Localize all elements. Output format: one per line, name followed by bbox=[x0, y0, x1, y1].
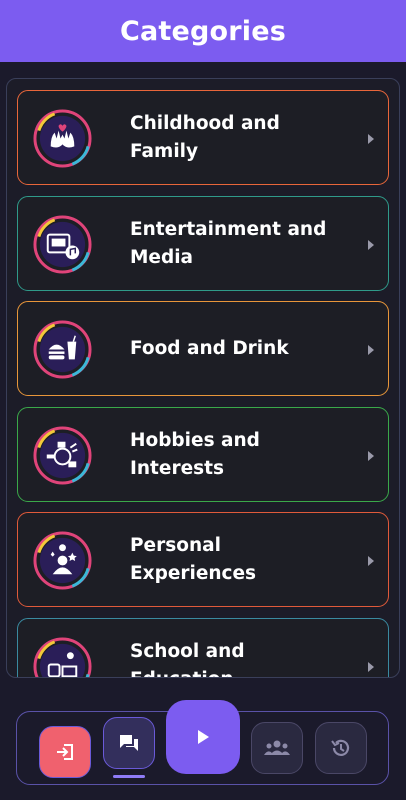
category-card-entertainment-and-media[interactable]: Entertainment and Media bbox=[17, 195, 389, 291]
category-card-personal-experiences[interactable]: Personal Experiences bbox=[17, 512, 389, 608]
category-label: Personal Experiences bbox=[130, 535, 257, 585]
people-button[interactable] bbox=[251, 722, 303, 774]
categories-panel[interactable]: Childhood and Family Entertainment and M… bbox=[6, 78, 400, 678]
chevron-right-icon bbox=[368, 239, 374, 250]
hands-hearts-icon bbox=[33, 109, 92, 168]
chevron-right-icon bbox=[368, 450, 374, 461]
exit-icon bbox=[57, 744, 73, 760]
app-header: Categories bbox=[0, 0, 406, 62]
play-icon bbox=[198, 730, 209, 744]
history-button[interactable] bbox=[315, 722, 367, 774]
history-icon bbox=[331, 739, 350, 756]
person-ideas-icon bbox=[33, 531, 92, 590]
category-label: Hobbies and Interests bbox=[130, 429, 260, 479]
category-label: Childhood and Family bbox=[130, 113, 280, 162]
category-list: Childhood and Family Entertainment and M… bbox=[17, 90, 391, 677]
media-music-icon bbox=[33, 215, 92, 274]
category-label: Food and Drink bbox=[130, 338, 289, 360]
hobbies-icon bbox=[33, 426, 92, 485]
category-card-food-and-drink[interactable]: Food and Drink bbox=[17, 301, 389, 397]
category-label: Entertainment and Media bbox=[130, 218, 327, 268]
category-card-childhood-and-family[interactable]: Childhood and Family bbox=[17, 90, 389, 185]
category-card-hobbies-and-interests[interactable]: Hobbies and Interests bbox=[17, 406, 389, 502]
burger-drink-icon bbox=[33, 320, 92, 379]
chevron-right-icon bbox=[368, 661, 374, 672]
people-icon bbox=[264, 740, 290, 755]
play-button[interactable] bbox=[166, 700, 240, 774]
page-title: Categories bbox=[119, 15, 287, 47]
category-card-school-and-education[interactable]: School and Education bbox=[17, 617, 389, 677]
chat-button[interactable] bbox=[103, 717, 155, 769]
chat-icon bbox=[120, 735, 138, 751]
chevron-right-icon bbox=[368, 134, 374, 144]
chevron-right-icon bbox=[368, 556, 374, 567]
active-tab-indicator bbox=[113, 775, 145, 778]
exit-button[interactable] bbox=[39, 726, 91, 778]
chevron-right-icon bbox=[368, 345, 374, 356]
category-label: School and Education bbox=[130, 640, 245, 677]
school-icon bbox=[33, 637, 92, 677]
